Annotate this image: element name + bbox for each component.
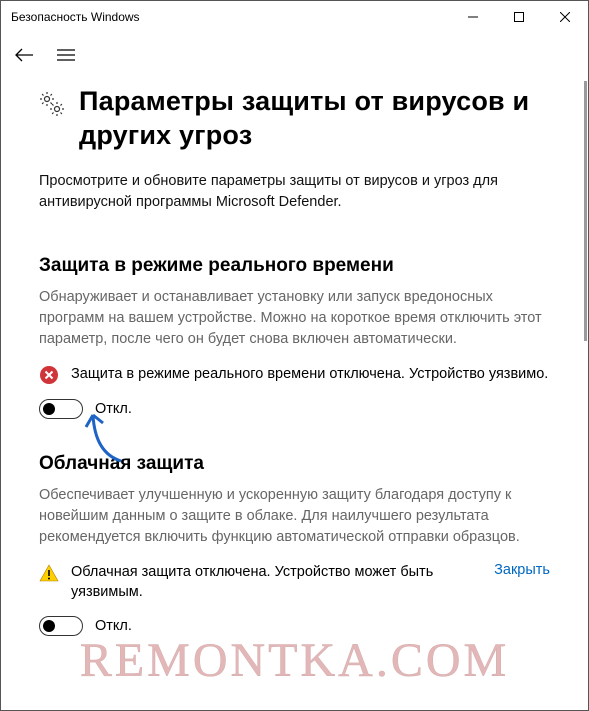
hamburger-menu-button[interactable] — [57, 48, 75, 67]
content-area: Параметры защиты от вирусов и других угр… — [1, 81, 588, 710]
page-title: Параметры защиты от вирусов и других угр… — [79, 85, 550, 153]
alert-text-realtime: Защита в режиме реального времени отключ… — [71, 364, 550, 384]
error-icon — [39, 365, 59, 385]
window-title: Безопасность Windows — [11, 10, 140, 24]
close-button[interactable] — [542, 1, 588, 33]
alert-text-cloud: Облачная защита отключена. Устройство мо… — [71, 562, 474, 603]
section-title-cloud: Облачная защита — [39, 453, 550, 475]
toggle-realtime[interactable] — [39, 399, 83, 419]
back-button[interactable] — [15, 48, 33, 67]
settings-gears-icon — [39, 91, 65, 122]
alert-realtime: Защита в режиме реального времени отключ… — [39, 364, 550, 385]
nav-row — [1, 33, 588, 81]
titlebar: Безопасность Windows — [1, 1, 588, 33]
toggle-row-cloud: Откл. — [39, 616, 550, 636]
toggle-label-cloud: Откл. — [95, 618, 132, 634]
toggle-knob — [43, 620, 55, 632]
toggle-label-realtime: Откл. — [95, 401, 132, 417]
minimize-button[interactable] — [450, 1, 496, 33]
page-header: Параметры защиты от вирусов и других угр… — [39, 85, 550, 153]
dismiss-link-cloud[interactable]: Закрыть — [494, 562, 550, 578]
section-title-realtime: Защита в режиме реального времени — [39, 255, 550, 277]
toggle-knob — [43, 403, 55, 415]
alert-cloud: Облачная защита отключена. Устройство мо… — [39, 562, 550, 603]
section-desc-realtime: Обнаруживает и останавливает установку и… — [39, 287, 550, 350]
maximize-button[interactable] — [496, 1, 542, 33]
toggle-row-realtime: Откл. — [39, 399, 550, 419]
page-subtitle: Просмотрите и обновите параметры защиты … — [39, 171, 550, 213]
toggle-cloud[interactable] — [39, 616, 83, 636]
warning-icon — [39, 563, 59, 583]
window-controls — [450, 1, 588, 33]
section-desc-cloud: Обеспечивает улучшенную и ускоренную защ… — [39, 485, 550, 548]
